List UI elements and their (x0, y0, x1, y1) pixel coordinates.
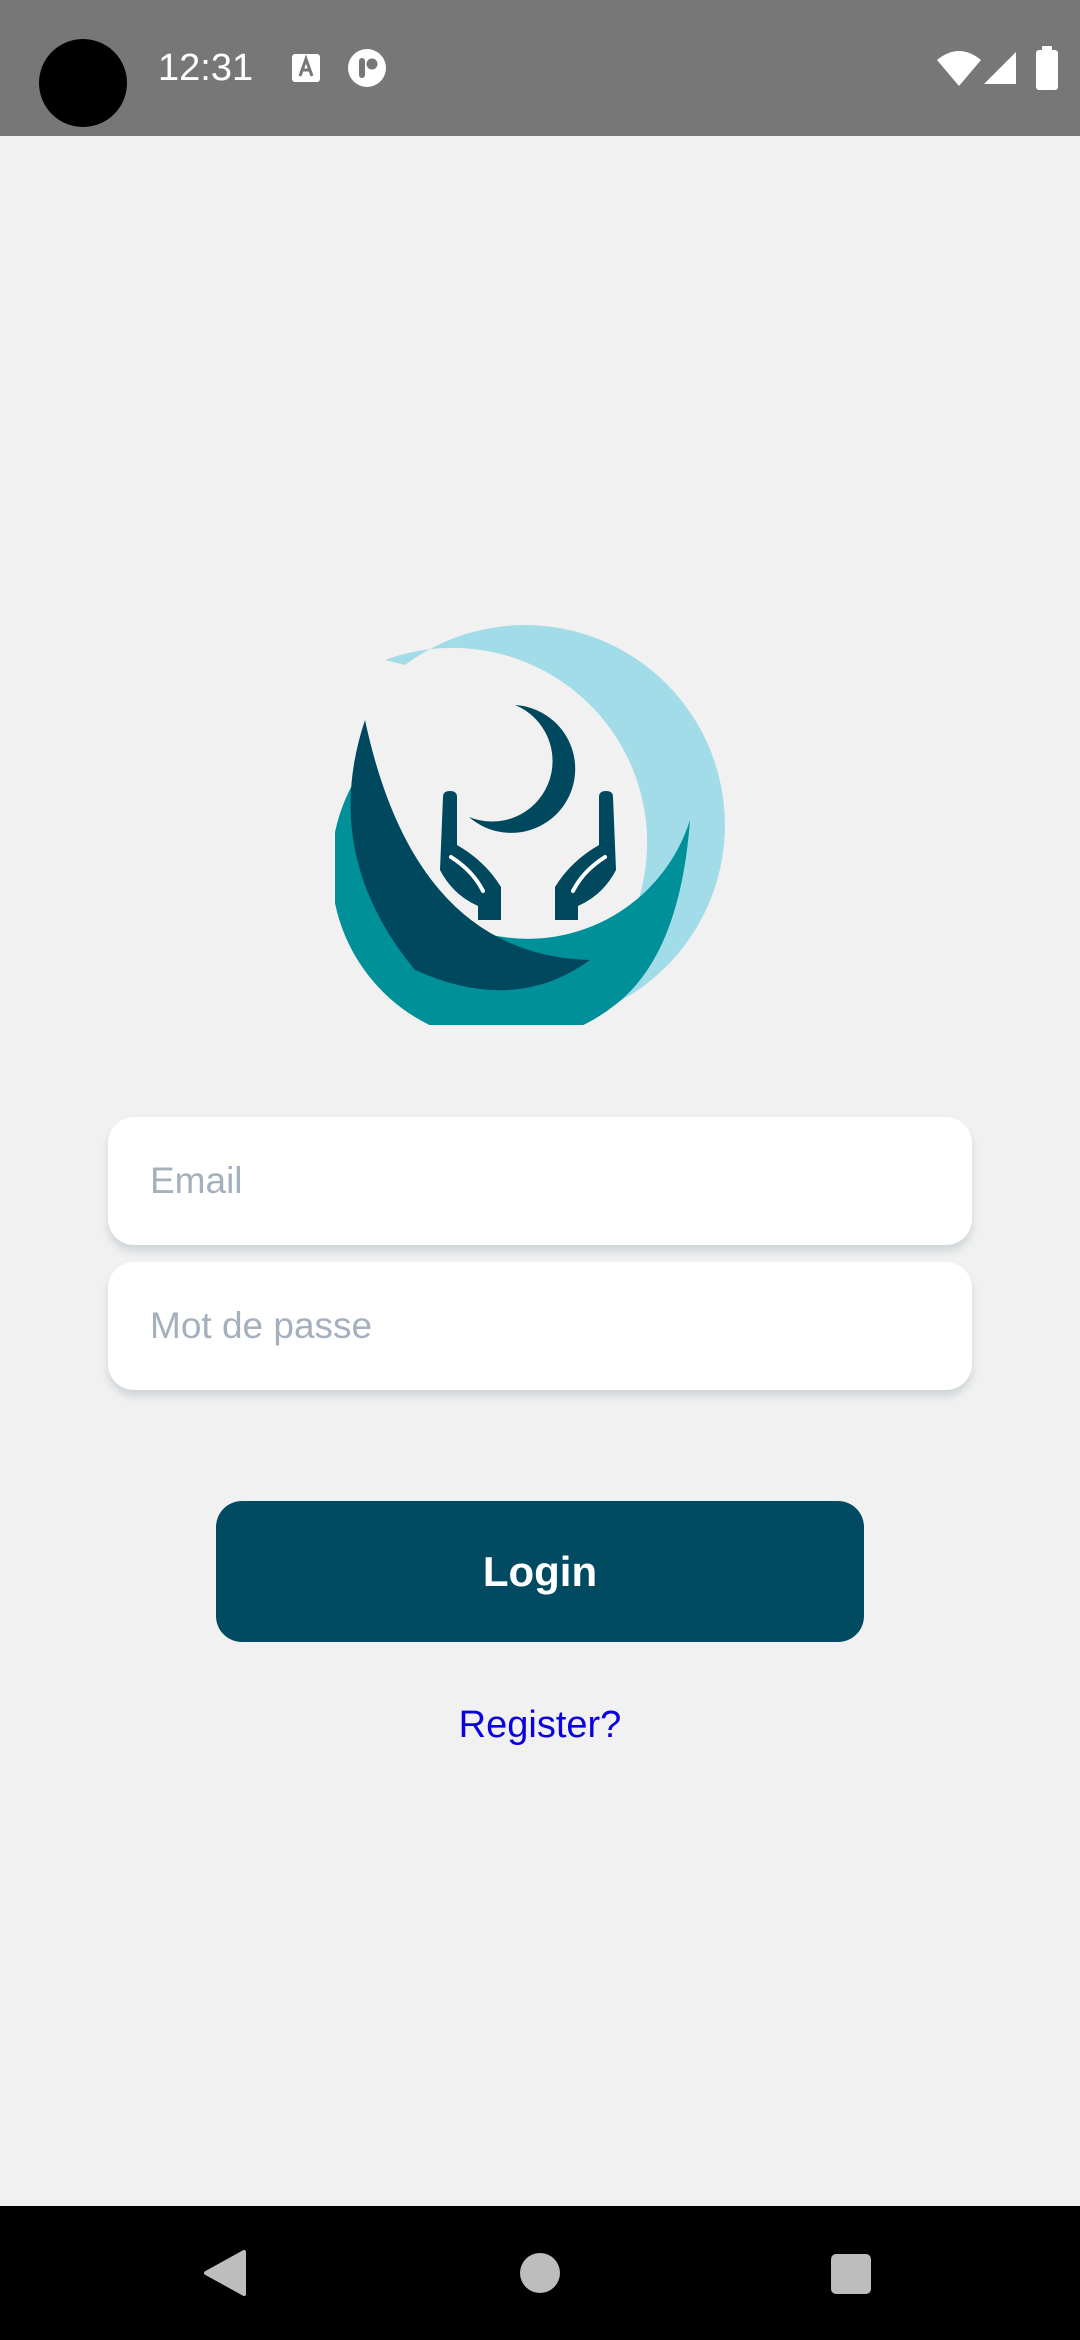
keyboard-a-icon (292, 54, 320, 82)
cellular-signal-icon (984, 52, 1016, 84)
wifi-icon (937, 51, 981, 86)
email-field-container (108, 1117, 972, 1245)
app-notification-icon (348, 49, 386, 87)
back-icon[interactable] (200, 2248, 250, 2298)
app-logo (335, 625, 725, 1025)
camera-cutout (39, 39, 127, 127)
home-icon[interactable] (518, 2251, 562, 2295)
battery-icon (1036, 46, 1058, 90)
password-input[interactable] (108, 1262, 972, 1390)
password-field-container (108, 1262, 972, 1390)
status-bar: 12:31 (0, 0, 1080, 136)
register-link[interactable]: Register? (0, 1700, 1080, 1750)
recents-icon[interactable] (829, 2252, 873, 2296)
login-button[interactable]: Login (216, 1501, 864, 1642)
email-input[interactable] (108, 1117, 972, 1245)
status-time: 12:31 (158, 47, 254, 89)
